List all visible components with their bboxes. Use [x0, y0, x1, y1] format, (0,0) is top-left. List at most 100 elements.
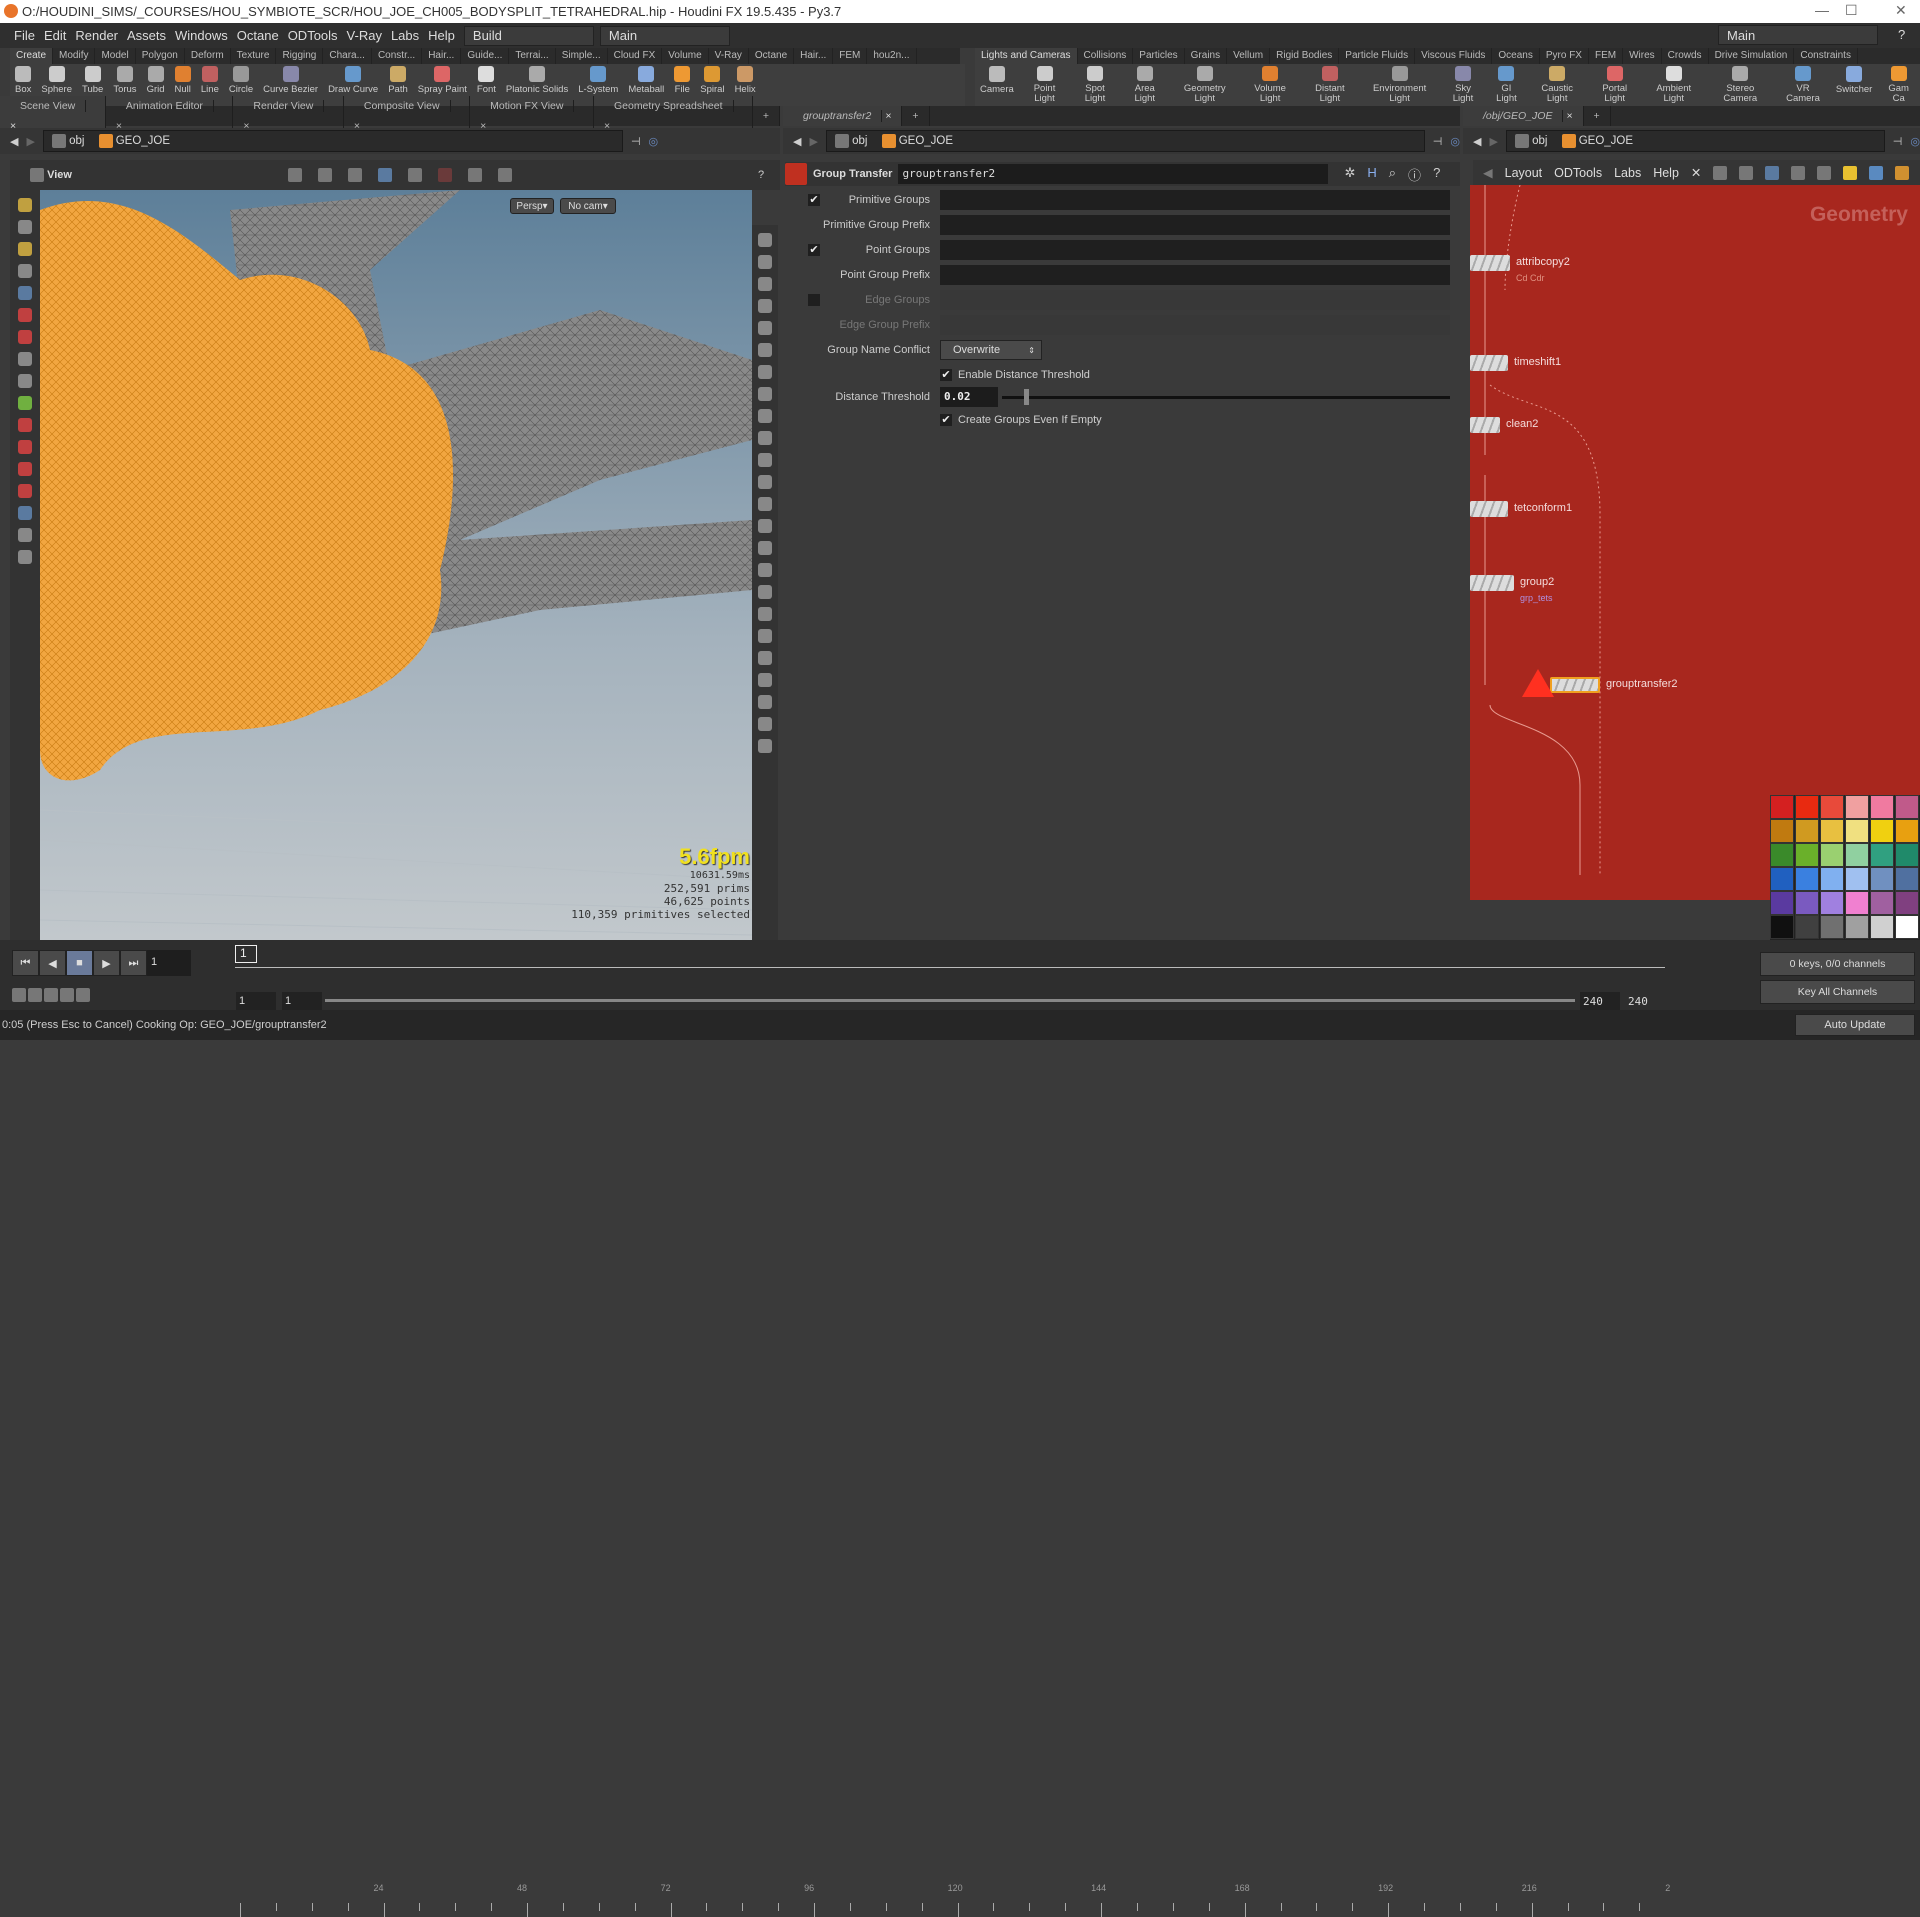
shelf-tab[interactable]: Modify — [53, 48, 96, 64]
tool-icon[interactable] — [18, 308, 32, 322]
pin-icon[interactable]: ⊣ — [1893, 135, 1903, 148]
play-button[interactable]: ▶ — [93, 950, 120, 976]
shelf-tab[interactable]: Rigging — [276, 48, 324, 64]
path-obj[interactable]: obj — [69, 135, 84, 147]
jump-start-button[interactable]: ⏮ — [12, 950, 39, 976]
network-node[interactable] — [1470, 501, 1508, 517]
display-option-icon[interactable] — [758, 453, 772, 467]
palette-swatch[interactable] — [1870, 915, 1894, 939]
shelf-tab[interactable]: Crowds — [1662, 48, 1709, 64]
shelf-tab[interactable]: hou2n... — [867, 48, 917, 64]
realtime-icon[interactable] — [12, 988, 26, 1002]
gear-icon[interactable] — [498, 168, 512, 182]
palette-swatch[interactable] — [1895, 843, 1919, 867]
snap-icon[interactable] — [378, 168, 392, 182]
palette-swatch[interactable] — [1770, 867, 1794, 891]
param-toggle-checkbox[interactable] — [808, 294, 820, 306]
palette-swatch[interactable] — [1795, 915, 1819, 939]
info-icon[interactable] — [758, 739, 772, 753]
current-frame-input[interactable]: 1 — [147, 950, 191, 976]
network-path-input[interactable]: obj GEO_JOE — [1505, 130, 1885, 152]
display-option-icon[interactable] — [758, 519, 772, 533]
palette-swatch[interactable] — [1870, 795, 1894, 819]
shelf-tab[interactable]: Particles — [1133, 48, 1185, 64]
enable-distance-checkbox[interactable]: ✔ — [940, 369, 952, 381]
param-toggle-checkbox[interactable]: ✔ — [808, 194, 820, 206]
desktop-main-select[interactable]: Main — [599, 25, 730, 46]
menu-layout[interactable]: Layout — [1505, 166, 1543, 180]
add-tab-button[interactable]: + — [1584, 106, 1611, 126]
menu-help[interactable]: Help — [428, 28, 455, 43]
group-name-conflict-select[interactable]: Overwrite ⇕ — [940, 340, 1042, 360]
sticky-note-icon[interactable] — [1843, 165, 1858, 180]
start-frame-input[interactable]: 1 — [236, 992, 276, 1010]
scene-path-input[interactable]: obj GEO_JOE — [42, 130, 623, 152]
location-icon[interactable] — [758, 717, 772, 731]
shelf-tab[interactable]: Simple... — [556, 48, 608, 64]
menu-edit[interactable]: Edit — [44, 28, 66, 43]
light-icon[interactable] — [468, 168, 482, 182]
shelf-tab[interactable]: Deform — [185, 48, 231, 64]
shelf-tab[interactable]: Terrai... — [509, 48, 556, 64]
shelf-tab[interactable]: Collisions — [1078, 48, 1134, 64]
palette-swatch[interactable] — [1845, 891, 1869, 915]
lock-icon[interactable] — [18, 286, 32, 300]
path-obj[interactable]: obj — [852, 135, 867, 147]
palette-swatch[interactable] — [1820, 915, 1844, 939]
menu-odtools[interactable]: ODTools — [1554, 166, 1602, 180]
forward-icon[interactable]: ▶ — [809, 135, 817, 148]
shelf-tool[interactable]: Area Light — [1120, 64, 1170, 106]
palette-swatch[interactable] — [1895, 915, 1919, 939]
grid-icon[interactable] — [1765, 165, 1780, 180]
palette-swatch[interactable] — [1845, 819, 1869, 843]
param-field[interactable] — [940, 215, 1450, 235]
end-frame-input[interactable]: 240 — [1625, 992, 1665, 1010]
image-icon[interactable] — [1869, 165, 1884, 180]
shelf-tool[interactable]: GI Light — [1486, 64, 1527, 106]
shelf-tab[interactable]: Texture — [231, 48, 277, 64]
shelf-tab[interactable]: FEM — [833, 48, 868, 64]
key-icon[interactable] — [44, 988, 58, 1002]
palette-swatch[interactable] — [1795, 891, 1819, 915]
range-start-input[interactable]: 1 — [282, 992, 322, 1010]
menu-assets[interactable]: Assets — [127, 28, 166, 43]
audio-icon[interactable] — [28, 988, 42, 1002]
palette-swatch[interactable] — [1770, 843, 1794, 867]
view-icon[interactable] — [30, 168, 44, 182]
back-icon[interactable]: ◀ — [10, 135, 18, 148]
tool-icon[interactable] — [18, 396, 32, 410]
help-icon[interactable]: ? — [1898, 27, 1905, 42]
path-obj[interactable]: obj — [1532, 135, 1547, 147]
jump-end-button[interactable]: ⏭ — [120, 950, 147, 976]
shelf-tab[interactable]: Hair... — [422, 48, 462, 64]
display-option-icon[interactable] — [758, 409, 772, 423]
display-option-icon[interactable] — [758, 585, 772, 599]
shelf-tool[interactable]: Ambient Light — [1642, 64, 1706, 106]
magnet-icon[interactable] — [18, 440, 32, 454]
menu-odtools[interactable]: ODTools — [288, 28, 338, 43]
palette-swatch[interactable] — [1845, 843, 1869, 867]
shelf-tool[interactable]: Caustic Light — [1527, 64, 1588, 106]
menu-windows[interactable]: Windows — [175, 28, 228, 43]
tree-icon[interactable] — [1713, 165, 1728, 180]
menu-file[interactable]: File — [14, 28, 35, 43]
palette-swatch[interactable] — [1770, 891, 1794, 915]
tools-icon[interactable]: ✕ — [1691, 165, 1701, 180]
back-icon[interactable]: ◀ — [1473, 135, 1481, 148]
help-icon[interactable]: ? — [1433, 165, 1440, 184]
range-slider[interactable] — [325, 999, 1575, 1002]
display-icon[interactable] — [408, 168, 422, 182]
keys-channels-button[interactable]: 0 keys, 0/0 channels — [1760, 952, 1915, 976]
magnet-icon[interactable] — [18, 462, 32, 476]
palette-swatch[interactable] — [1845, 867, 1869, 891]
range-end-input[interactable]: 240 — [1580, 992, 1620, 1010]
param-field[interactable] — [940, 290, 1450, 310]
shelf-tab[interactable]: Create — [10, 48, 54, 64]
menu-help[interactable]: Help — [1653, 166, 1679, 180]
menu-vray[interactable]: V-Ray — [347, 28, 382, 43]
shelf-tool[interactable]: Spot Light — [1070, 64, 1120, 106]
palette-swatch[interactable] — [1895, 819, 1919, 843]
palette-swatch[interactable] — [1820, 819, 1844, 843]
shelf-tab[interactable]: Particle Fluids — [1339, 48, 1416, 64]
add-tab-button[interactable]: + — [902, 106, 930, 126]
